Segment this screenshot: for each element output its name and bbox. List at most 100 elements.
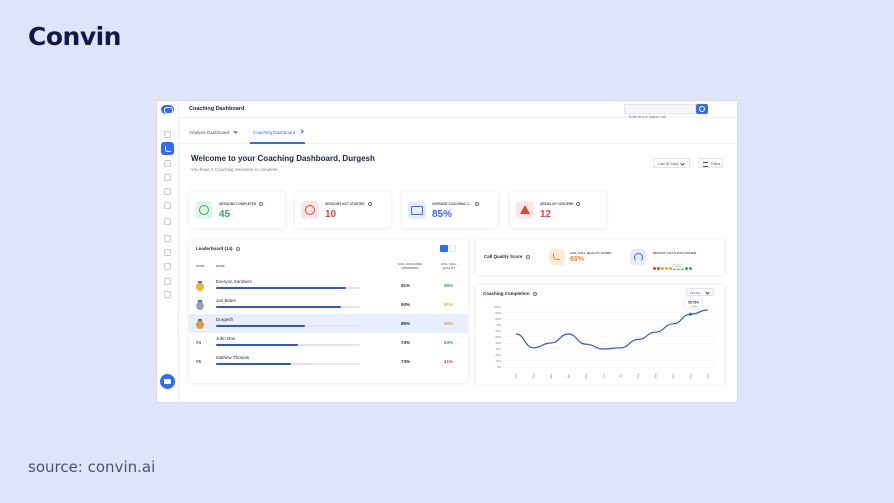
user-icon[interactable] (164, 218, 171, 225)
y-tick-label: 60% (495, 329, 501, 333)
leaderboard-row[interactable]: #4 John Doe 74% 84% (189, 333, 468, 352)
y-tick-label: 70% (495, 323, 501, 327)
period-dropdown[interactable]: Last 30 Days (653, 158, 690, 168)
call-evaluation-dot[interactable] (685, 267, 688, 270)
agent-name: Mathew Thomas (216, 355, 250, 360)
chat-icon[interactable] (160, 374, 175, 389)
call-evaluation-dot[interactable] (689, 267, 692, 270)
call-evaluation-dot[interactable] (657, 267, 660, 270)
tab-coaching-dashboard[interactable]: Coaching Dashboard (253, 129, 304, 135)
document-icon[interactable] (164, 235, 171, 242)
leaderboard-card: Leaderboard (14) RANK NAME AVG. COACHING… (189, 240, 468, 383)
granularity-dropdown[interactable]: Monthly (686, 288, 714, 296)
stat-card-sessions-completed: SESSIONS COMPLETED 45 (189, 192, 285, 228)
grid-icon[interactable] (164, 202, 171, 209)
x-tick-label: Oct (671, 374, 675, 379)
y-tick-label: 30% (495, 347, 501, 351)
bronze-medal-icon (196, 319, 204, 329)
tab-label: Analysis Dashboard (189, 130, 230, 135)
nav-rail (157, 101, 179, 402)
layers-icon[interactable] (164, 174, 171, 181)
progress-bar-fill (216, 363, 291, 365)
check-circle-icon (195, 201, 213, 219)
data-point (689, 312, 693, 316)
source-caption: source: convin.ai (28, 458, 156, 476)
leaderboard-row[interactable]: Jon Bideri 90% 61% (189, 295, 468, 314)
bell-icon[interactable] (164, 278, 171, 285)
home-icon[interactable] (164, 131, 171, 138)
agent-name: Jon Bideri (216, 298, 237, 303)
y-tick-label: 50% (495, 335, 501, 339)
x-tick-label: May (584, 373, 588, 379)
agent-name: Durgesh (216, 317, 234, 322)
stat-label: AREAS OF CONCERN (540, 202, 581, 207)
progress-bar-fill (216, 325, 306, 327)
call-quality: 41% (444, 359, 454, 364)
x-tick-label: Jan (514, 373, 518, 378)
info-icon[interactable] (474, 202, 479, 207)
sort-options-dropdown[interactable] (449, 245, 456, 252)
x-tick-label: Nov (689, 373, 693, 379)
chevron-right-icon (299, 129, 304, 134)
leaderboard-row[interactable]: Durgesh 85% 69% (189, 314, 468, 333)
leaderboard-row[interactable]: #5 Mathew Thomas 73% 41% (189, 352, 468, 371)
completion-line-chart: 100% 90% 80% 70% 60% 50% 40% 30% 20% 10% 0% Jan Feb M… (494, 298, 716, 379)
book-icon (408, 201, 426, 219)
x-tick-label: Aug (636, 373, 640, 378)
stat-label: AVERAGE COACHING C... (432, 202, 479, 207)
help-icon[interactable] (164, 263, 171, 270)
x-tick-label: Sep (654, 373, 658, 378)
phone-icon[interactable] (161, 142, 174, 155)
tab-label: Coaching Dashboard (253, 130, 296, 135)
header-name: NAME (216, 264, 225, 268)
call-quality-card: Call Quality Score AVG. CALL QUALITY SCO… (476, 240, 724, 275)
completion-title: Coaching Completion (483, 291, 537, 296)
progress-bar (216, 325, 360, 327)
stat-value: 85% (432, 209, 453, 220)
coaching-progress: 90% (401, 302, 411, 307)
header-quality: AVG. CALL QUALITY (441, 262, 457, 270)
blocked-icon (301, 201, 319, 219)
x-tick-label: Jun (601, 373, 605, 378)
call-evaluation-dot[interactable] (653, 267, 656, 270)
y-tick-label: 100% (494, 305, 502, 309)
tab-bar: Analysis Dashboard Coaching Dashboard (179, 118, 737, 144)
app-logo-icon[interactable] (161, 105, 174, 114)
progress-bar-fill (216, 287, 346, 289)
progress-bar (216, 363, 360, 365)
info-icon[interactable] (259, 202, 264, 207)
recent-calls-label: RECENT CALLS EVALUATION (653, 251, 697, 255)
chevron-down-icon (233, 129, 238, 134)
filters-button[interactable]: Filters (698, 158, 723, 168)
coaching-progress: 85% (401, 321, 411, 326)
brand-logo: Convin (28, 22, 121, 51)
search-field[interactable] (624, 104, 696, 121)
target-icon[interactable] (164, 188, 171, 195)
tab-analysis-dashboard[interactable]: Analysis Dashboard (189, 129, 238, 135)
warning-icon (516, 201, 534, 219)
phone-icon (549, 249, 565, 265)
y-tick-label: 90% (495, 311, 501, 315)
top-bar: Coaching Dashboard (179, 101, 737, 121)
page-title: Coaching Dashboard (189, 106, 245, 112)
call-evaluation-dot[interactable] (665, 267, 668, 270)
info-icon[interactable] (525, 254, 530, 259)
settings-icon[interactable] (164, 249, 171, 256)
y-tick-label: 40% (495, 341, 501, 345)
sort-button[interactable] (440, 245, 448, 252)
report-icon[interactable] (164, 291, 171, 298)
stat-value: 12 (540, 209, 552, 220)
clock-icon[interactable] (164, 160, 171, 167)
info-icon[interactable] (367, 202, 372, 207)
info-icon[interactable] (235, 246, 240, 251)
info-icon[interactable] (532, 291, 537, 296)
x-tick-label: Mar (549, 374, 553, 379)
call-evaluation-dot[interactable] (661, 267, 664, 270)
info-icon[interactable] (576, 202, 581, 207)
leaderboard-title: Leaderboard (14) (196, 246, 240, 251)
coaching-progress: 73% (401, 359, 411, 364)
leaderboard-row[interactable]: Everyon Sumbers 91% 88% (189, 276, 468, 295)
call-quality: 69% (444, 321, 454, 326)
coaching-progress: 91% (401, 283, 411, 288)
search-button[interactable] (696, 104, 708, 114)
